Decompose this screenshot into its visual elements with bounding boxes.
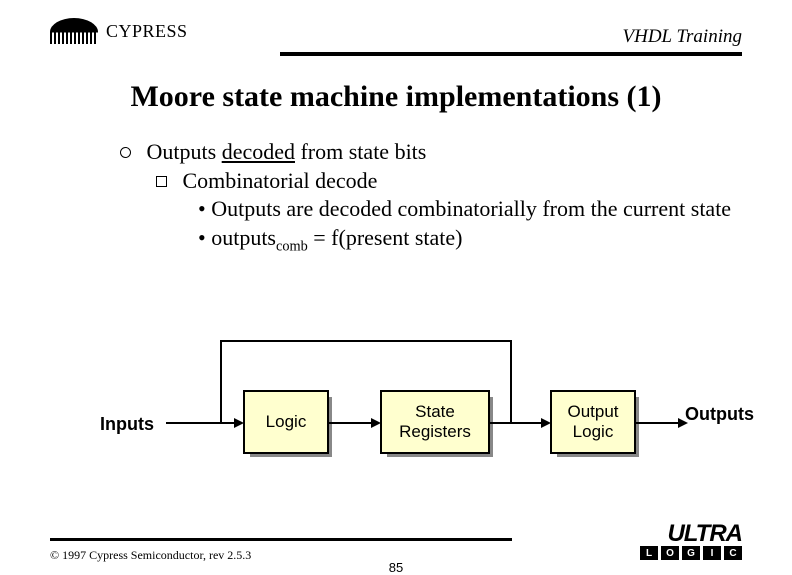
wire-1 xyxy=(329,422,373,424)
bullet-l2: Combinatorial decode xyxy=(156,167,732,196)
page-number: 85 xyxy=(389,560,403,575)
bullet-l3b-pre: outputs xyxy=(211,225,276,250)
content: Outputs decoded from state bits Combinat… xyxy=(120,138,732,256)
ultra-letter: L xyxy=(640,546,658,560)
ultra-letter: G xyxy=(682,546,700,560)
bullet-l1-text-b: from state bits xyxy=(295,139,426,164)
ultra-letter: C xyxy=(724,546,742,560)
box-registers-label: State Registers xyxy=(382,392,488,452)
brand-logo: CYPRESS xyxy=(50,18,188,44)
bullet-l3a: • Outputs are decoded combinatorially fr… xyxy=(198,195,732,224)
inputs-label: Inputs xyxy=(100,414,154,435)
ultra-logo: ULTRA L O G I C xyxy=(640,520,742,560)
bullet-l3b: • outputscomb = f(present state) xyxy=(198,224,732,256)
bullet-l3a-text: Outputs are decoded combinatorially from… xyxy=(211,196,731,221)
box-logic: Logic xyxy=(243,390,329,454)
ultra-text: ULTRA xyxy=(640,520,742,548)
ultra-bar: L O G I C xyxy=(640,546,742,560)
bullet-l3b-post: = f(present state) xyxy=(308,225,463,250)
footer-rule xyxy=(50,538,512,541)
bullet-l1-underlined: decoded xyxy=(222,139,295,164)
header-subject: VHDL Training xyxy=(623,26,743,48)
wire-in xyxy=(166,422,236,424)
bullet-l2-text: Combinatorial decode xyxy=(183,168,378,193)
box-output-logic-label: Output Logic xyxy=(552,392,634,452)
feedback-right xyxy=(510,340,512,422)
header: CYPRESS VHDL Training xyxy=(50,20,742,60)
box-output-logic: Output Logic xyxy=(550,390,636,454)
bullet-l1-text-a: Outputs xyxy=(147,139,217,164)
box-registers: State Registers xyxy=(380,390,490,454)
block-diagram: Inputs Logic State Registers Output Logi… xyxy=(90,330,752,480)
brand-name: CYPRESS xyxy=(106,21,188,42)
slide-title: Moore state machine implementations (1) xyxy=(0,80,792,114)
feedback-top xyxy=(220,340,512,342)
wire-2 xyxy=(490,422,544,424)
header-rule xyxy=(280,52,742,56)
square-bullet-icon xyxy=(156,176,167,187)
copyright: © 1997 Cypress Semiconductor, rev 2.5.3 xyxy=(50,548,251,563)
bullet-l3b-sub: comb xyxy=(276,238,308,254)
ultra-letter: O xyxy=(661,546,679,560)
bullet-l1: Outputs decoded from state bits xyxy=(120,138,732,167)
wire-out xyxy=(636,422,680,424)
box-logic-label: Logic xyxy=(245,392,327,452)
ultra-letter: I xyxy=(703,546,721,560)
outputs-label: Outputs xyxy=(685,404,754,425)
circle-bullet-icon xyxy=(120,147,131,158)
cypress-icon xyxy=(50,18,98,44)
feedback-left xyxy=(220,340,222,422)
